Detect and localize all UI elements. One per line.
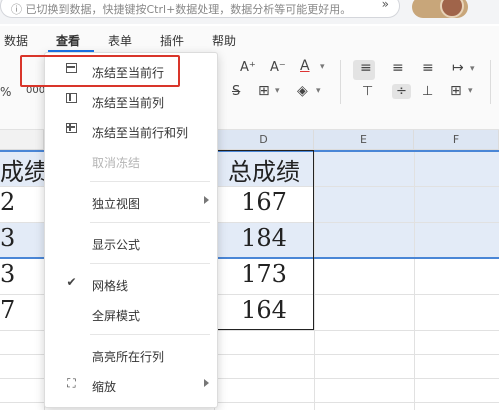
percent-format-button[interactable]: % [0, 85, 11, 99]
menu-item-freeze-row[interactable]: 冻结至当前行 [20, 55, 217, 87]
menu-item-label: 冻结至当前列 [92, 96, 165, 110]
menu-item-freeze-row-column[interactable]: 冻结至当前行和列 [45, 117, 217, 145]
notification-bar[interactable]: ⓘ 已切换到数据，快捷键按Ctrl+数据处理，数据分析等可能更好用。 » [0, 0, 400, 18]
column-header[interactable] [0, 130, 44, 150]
menu-item-label: 冻结至当前行和列 [92, 126, 189, 140]
fill-dropdown-icon[interactable]: ▾ [316, 86, 321, 96]
menu-data[interactable]: 数据 [4, 32, 28, 49]
align-right-icon[interactable]: ≡ [422, 60, 434, 76]
freeze-row-column-icon [65, 123, 78, 136]
indent-dropdown-icon[interactable]: ▾ [470, 64, 475, 74]
menu-item-label: 全屏模式 [92, 309, 141, 323]
cell-total[interactable]: 184 [214, 224, 314, 258]
fill-color-icon[interactable]: ◈ [297, 83, 308, 99]
align-middle-icon[interactable]: ÷ [392, 84, 411, 99]
align-top-icon[interactable]: ⊤ [362, 84, 373, 99]
menu-form[interactable]: 表单 [108, 32, 132, 49]
align-center-icon[interactable]: ≡ [392, 60, 404, 76]
menu-item-split-view[interactable]: 独立视图 [45, 188, 217, 216]
toolbar-separator-2 [490, 60, 491, 104]
increase-font-icon[interactable]: A⁺ [240, 60, 256, 75]
merge-cells-icon[interactable]: ⊞ [450, 83, 462, 99]
menu-separator [90, 222, 210, 223]
cell-score[interactable]: 7 [0, 296, 44, 330]
menu-bar: 数据 查看 表单 插件 帮助 [0, 26, 499, 52]
cell-header-score[interactable]: 成绩 [0, 152, 44, 186]
checkmark-icon: ✔ [66, 275, 77, 289]
font-color-icon[interactable]: A [300, 58, 310, 74]
menu-help[interactable]: 帮助 [212, 32, 236, 49]
menu-item-show-formulas[interactable]: 显示公式 [45, 229, 217, 257]
menu-plugins[interactable]: 插件 [160, 32, 184, 49]
app-window: ⓘ 已切换到数据，快捷键按Ctrl+数据处理，数据分析等可能更好用。 » 数据 … [0, 0, 499, 410]
menu-item-zoom[interactable]: ⛶ 缩放 [45, 371, 217, 399]
gridline [414, 150, 415, 410]
column-header-d[interactable]: D [214, 130, 314, 150]
cell-total[interactable]: 167 [214, 188, 314, 222]
cell-score[interactable]: 3 [0, 224, 44, 258]
cell-header-total[interactable]: 总成绩 [214, 152, 314, 186]
cell-score[interactable]: 3 [0, 260, 44, 294]
menu-separator [90, 181, 210, 182]
toolbar-separator [340, 60, 341, 104]
cell-total[interactable]: 173 [214, 260, 314, 294]
zoom-icon: ⛶ [67, 376, 76, 390]
decrease-font-icon[interactable]: A⁻ [270, 60, 286, 75]
column-header-e[interactable]: E [314, 130, 414, 150]
border-dropdown-icon[interactable]: ▾ [275, 86, 280, 96]
menu-item-fullscreen[interactable]: 全屏模式 [45, 300, 217, 328]
strikethrough-icon[interactable]: S [232, 84, 240, 99]
font-color-dropdown-icon[interactable]: ▾ [320, 62, 325, 72]
view-dropdown-menu: 冻结至当前行 冻结至当前列 冻结至当前行和列 取消冻结 独立视图 显示公式 ✔ … [20, 52, 218, 408]
border-icon[interactable]: ⊞ [258, 83, 270, 99]
cell-score[interactable]: 2 [0, 188, 44, 222]
menu-separator [90, 334, 210, 335]
notification-text: ⓘ 已切换到数据，快捷键按Ctrl+数据处理，数据分析等可能更好用。 [11, 3, 352, 16]
menu-item-label: 独立视图 [92, 197, 141, 211]
menu-item-gridlines[interactable]: ✔ 网格线 [45, 270, 217, 298]
gridline [314, 150, 315, 410]
menu-item-label: 高亮所在行列 [92, 350, 165, 364]
menu-item-highlight-row-col[interactable]: 高亮所在行列 [45, 341, 217, 369]
menu-item-label: 网格线 [92, 279, 129, 293]
menu-item-freeze-column[interactable]: 冻结至当前列 [45, 87, 217, 115]
submenu-arrow-icon [204, 196, 209, 204]
align-bottom-icon[interactable]: ⊥ [422, 84, 433, 99]
menu-view[interactable]: 查看 [56, 32, 80, 49]
align-left-icon[interactable]: ≡ [360, 60, 372, 76]
indent-icon[interactable]: ↦ [452, 60, 464, 76]
merge-dropdown-icon[interactable]: ▾ [468, 86, 473, 96]
red-highlight-box [20, 55, 180, 87]
menu-separator [90, 263, 210, 264]
menu-item-label: 取消冻结 [92, 156, 141, 170]
menu-item-label: 显示公式 [92, 238, 141, 252]
expand-notification-icon[interactable]: » [382, 0, 389, 11]
freeze-column-icon [65, 93, 78, 106]
cell-total[interactable]: 164 [214, 296, 314, 330]
submenu-arrow-icon [204, 379, 209, 387]
menu-item-label: 缩放 [92, 380, 117, 394]
top-strip: ⓘ 已切换到数据，快捷键按Ctrl+数据处理，数据分析等可能更好用。 » [0, 0, 499, 24]
menu-item-unfreeze: 取消冻结 [45, 147, 217, 175]
column-header-f[interactable]: F [414, 130, 499, 150]
selected-row-highlight [314, 186, 499, 222]
